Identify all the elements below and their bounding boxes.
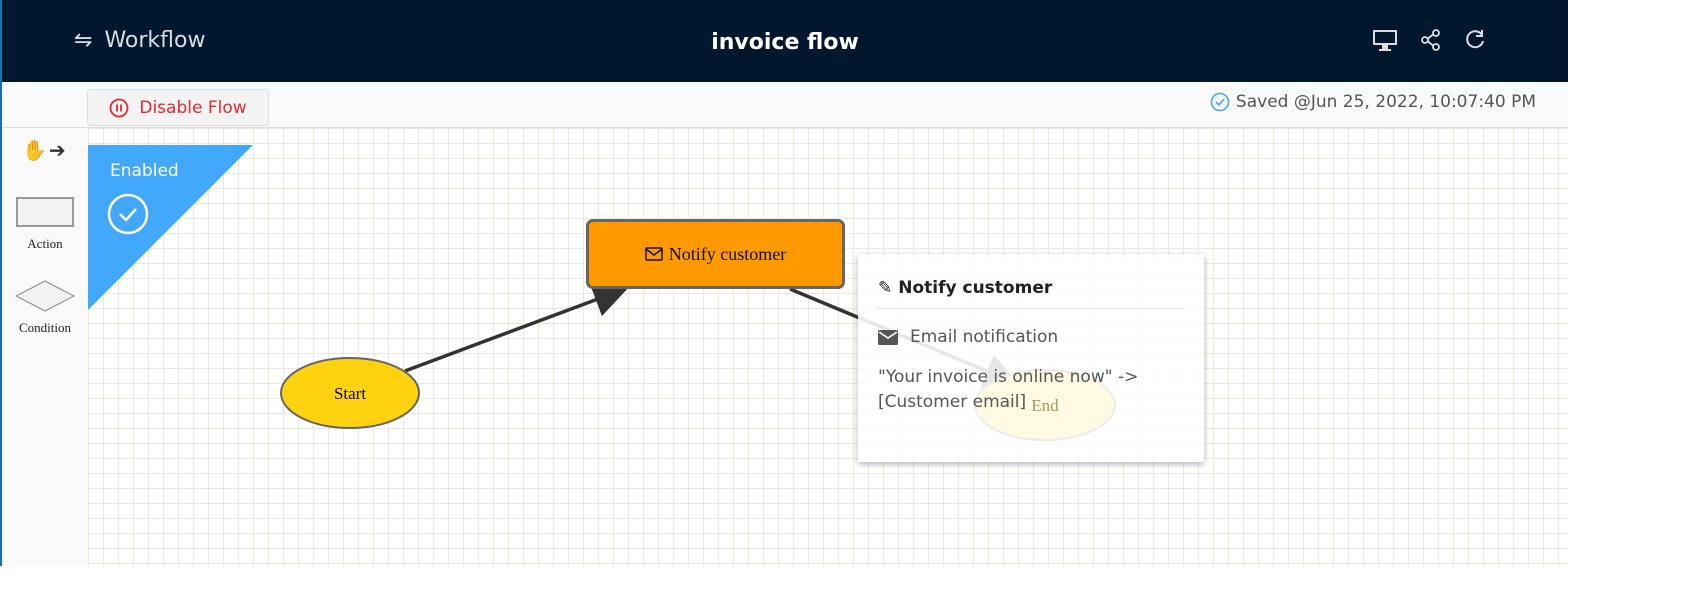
condition-label: Condition	[18, 320, 71, 335]
disable-flow-label: Disable Flow	[139, 97, 247, 118]
refresh-icon[interactable]	[1464, 29, 1486, 51]
edge-start-notify[interactable]	[404, 283, 629, 373]
saved-text: Saved @Jun 25, 2022, 10:07:40 PM	[1235, 92, 1536, 112]
page-title: invoice flow	[711, 30, 859, 55]
flow-canvas[interactable]: Enabled End Start Notify customer ✎ Noti…	[88, 128, 1568, 566]
action-shape	[16, 197, 74, 227]
notify-customer-node[interactable]: Notify customer	[586, 219, 845, 289]
workflow-app: ⇋ Workflow invoice flow Disable Flow Sav…	[0, 0, 1568, 566]
save-status: Saved @Jun 25, 2022, 10:07:40 PM	[1210, 92, 1536, 112]
pause-icon	[109, 98, 129, 117]
palette-item-condition[interactable]: Condition	[14, 280, 76, 336]
action-label: Action	[27, 236, 63, 251]
check-circle-icon	[1210, 92, 1230, 112]
popup-title: Notify customer	[898, 278, 1053, 298]
palette-item-action[interactable]: Action	[16, 197, 74, 252]
monitor-icon[interactable]	[1372, 28, 1398, 52]
connector-tool-icon[interactable]: ➔	[49, 138, 66, 162]
flow-edges	[280, 283, 1116, 441]
envelope-icon	[645, 247, 663, 261]
node-details-popup: ✎ Notify customer Email notification "Yo…	[858, 254, 1204, 462]
pencil-icon[interactable]: ✎	[878, 278, 892, 298]
hand-tool-icon[interactable]: ✋	[22, 138, 47, 162]
start-node-label: Start	[333, 384, 367, 403]
share-icon[interactable]	[1420, 29, 1442, 51]
popup-type: Email notification	[910, 327, 1059, 347]
end-node-label: End	[1031, 396, 1059, 415]
condition-shape	[14, 280, 76, 312]
shape-palette: ✋ ➔ Action Condition	[2, 128, 88, 566]
envelope-icon	[878, 329, 898, 345]
notify-node-label: Notify customer	[668, 243, 787, 264]
header: ⇋ Workflow invoice flow	[2, 0, 1568, 82]
toolbar: Disable Flow Saved @Jun 25, 2022, 10:07:…	[2, 82, 1568, 128]
disable-flow-button[interactable]: Disable Flow	[87, 89, 269, 126]
